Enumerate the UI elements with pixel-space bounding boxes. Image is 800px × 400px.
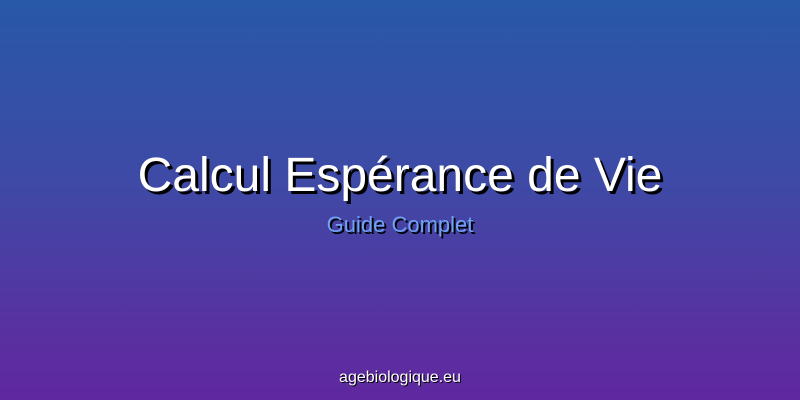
page-subtitle: Guide Complet bbox=[326, 212, 474, 237]
hero-banner: Calcul Espérance de Vie Guide Complet ag… bbox=[0, 0, 800, 400]
page-title: Calcul Espérance de Vie bbox=[137, 149, 663, 202]
site-domain: agebiologique.eu bbox=[339, 369, 461, 386]
